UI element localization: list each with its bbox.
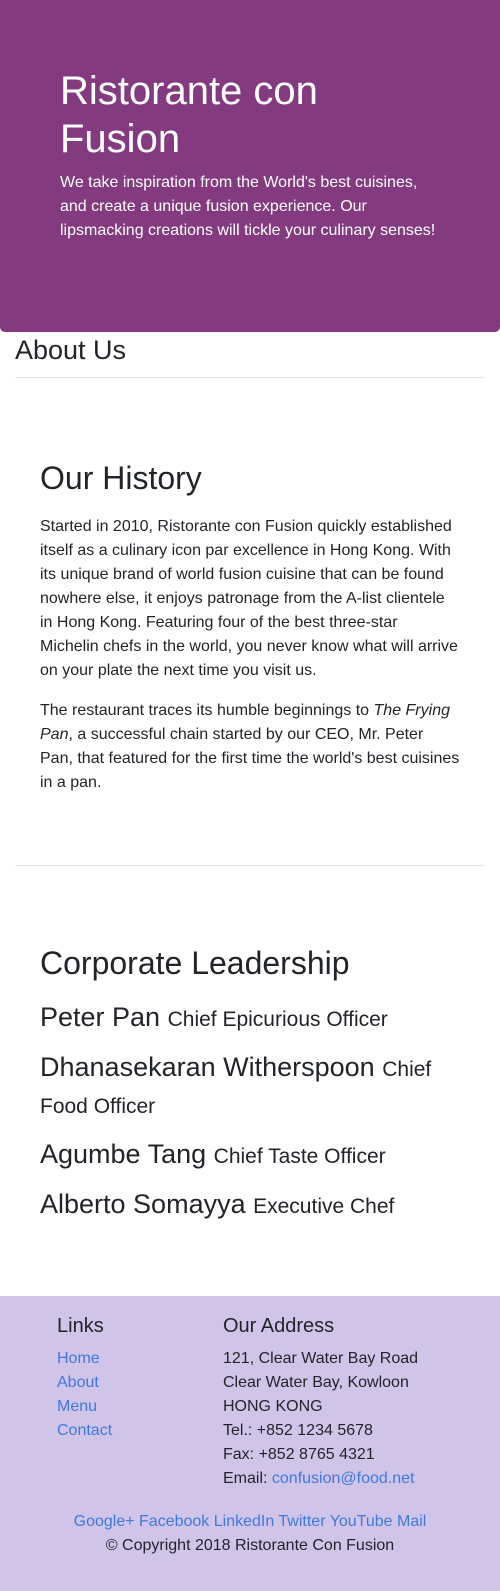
leader-name: Agumbe Tang [40,1139,207,1169]
footer-link-contact[interactable]: Contact [57,1422,112,1439]
email-label: Email: [223,1470,272,1487]
footer-link-item: Home [57,1347,207,1371]
footer-link-about[interactable]: About [57,1374,99,1391]
footer-links-title: Links [57,1315,104,1337]
leader-name: Peter Pan [40,1002,161,1032]
history-section: Our History Started in 2010, Ristorante … [40,455,460,811]
address-line: Clear Water Bay, Kowloon [223,1374,409,1391]
social-mail-link[interactable]: Mail [397,1513,426,1530]
leader-item: Alberto Somayya Executive Chef [40,1187,460,1224]
footer-links: Links Home About Menu Contact [57,1311,207,1443]
leader-designation: Chief Taste Officer [213,1145,386,1168]
leader-name: Dhanasekaran Witherspoon [40,1052,375,1082]
email-link[interactable]: confusion@food.net [272,1470,415,1487]
leader-name: Alberto Somayya [40,1189,246,1219]
footer-link-item: Menu [57,1395,207,1419]
leader-designation: Chief Epicurious Officer [167,1008,388,1031]
history-text: The restaurant traces its humble beginni… [40,702,374,719]
leader-item: Agumbe Tang Chief Taste Officer [40,1137,460,1174]
address-line: HONG KONG [223,1398,323,1415]
leader-designation: Executive Chef [253,1195,395,1218]
social-facebook-link[interactable]: Facebook [139,1513,209,1530]
footer-link-home[interactable]: Home [57,1350,100,1367]
email-line: Email: confusion@food.net [223,1467,483,1491]
social-twitter-link[interactable]: Twitter [278,1513,325,1530]
history-paragraph-1: Started in 2010, Ristorante con Fusion q… [40,518,458,679]
footer-link-item: Contact [57,1419,207,1443]
leadership-title: Corporate Leadership [40,945,350,981]
address-line: 121, Clear Water Bay Road [223,1350,419,1367]
copyright: © Copyright 2018 Ristorante Con Fusion [105,1537,395,1554]
hero-title: Ristorante con Fusion [60,69,318,161]
history-title: Our History [40,460,202,496]
fax-line: Fax: +852 8765 4321 [223,1446,375,1463]
leader-item: Peter Pan Chief Epicurious Officer [40,1000,460,1037]
history-text: , a successful chain started by our CEO,… [40,726,460,791]
footer-links-list: Home About Menu Contact [57,1347,207,1443]
hero-subtitle: We take inspiration from the World's bes… [60,174,436,239]
social-linkedin-link[interactable]: LinkedIn [214,1513,275,1530]
social-youtube-link[interactable]: YouTube [330,1513,393,1530]
divider [15,377,485,378]
footer-address: Our Address 121, Clear Water Bay Road Cl… [223,1311,483,1491]
hero-banner: Ristorante con Fusion We take inspiratio… [0,0,500,332]
site-footer: Links Home About Menu Contact Our Addres… [0,1296,500,1591]
history-paragraph-2: The restaurant traces its humble beginni… [40,699,460,795]
leader-item: Dhanasekaran Witherspoon Chief Food Offi… [40,1050,460,1124]
leadership-section: Corporate Leadership Peter Pan Chief Epi… [40,940,460,1237]
footer-link-menu[interactable]: Menu [57,1398,97,1415]
phone-line: Tel.: +852 1234 5678 [223,1422,373,1439]
social-googleplus-link[interactable]: Google+ [74,1513,135,1530]
social-links: Google+ Facebook LinkedIn Twitter YouTub… [0,1510,500,1534]
footer-link-item: About [57,1371,207,1395]
divider [15,865,485,866]
footer-address-title: Our Address [223,1315,335,1337]
page-title: About Us [15,335,127,365]
